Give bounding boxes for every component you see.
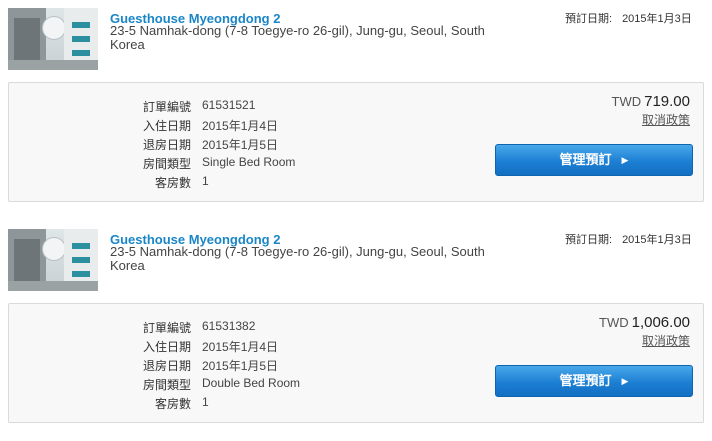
detail-value: 1 (202, 395, 209, 409)
hotel-address: 23-5 Namhak-dong (7-8 Toegye-ro 26-gil),… (110, 244, 485, 273)
detail-label: 入住日期 (142, 340, 191, 354)
booked-date: 預訂日期: 2015年1月3日 (565, 231, 692, 247)
booking-price: TWD 719.00 (612, 93, 691, 110)
detail-label: 訂單編號 (142, 100, 191, 114)
detail-label: 退房日期 (142, 359, 191, 373)
detail-label: 客房數 (154, 397, 191, 411)
detail-label: 房間類型 (142, 378, 191, 392)
detail-value: 1 (202, 174, 209, 188)
detail-value: 2015年1月4日 (202, 340, 279, 354)
booked-date-label: 預訂日期: (565, 234, 613, 246)
detail-value: Double Bed Room (202, 376, 301, 390)
detail-value: 2015年1月4日 (202, 119, 279, 133)
booking-price: TWD 1,006.00 (599, 314, 690, 331)
detail-value: 61531521 (202, 98, 256, 112)
detail-value: 2015年1月5日 (202, 138, 279, 152)
manage-booking-button[interactable]: 管理預訂 ▶ (495, 365, 693, 397)
chevron-right-icon: ▶ (621, 155, 629, 165)
manage-booking-label: 管理預訂 (559, 373, 612, 388)
booking-details-panel: 訂單編號 61531521 入住日期 2015年1月4日 退房日期 2015年1… (8, 82, 704, 202)
cancel-policy-link[interactable]: 取消政策 (642, 332, 690, 349)
detail-label: 客房數 (154, 176, 191, 190)
price-currency: TWD (599, 315, 629, 330)
detail-value: Single Bed Room (202, 155, 296, 169)
price-amount: 1,006.00 (631, 314, 690, 331)
manage-booking-button[interactable]: 管理預訂 ▶ (495, 144, 693, 176)
cancel-policy-link[interactable]: 取消政策 (642, 111, 690, 128)
booked-date-value: 2015年1月3日 (622, 13, 692, 25)
price-currency: TWD (611, 94, 642, 109)
price-amount: 719.00 (644, 93, 690, 110)
booking-card: Guesthouse Myeongdong 2 23-5 Namhak-dong… (0, 0, 712, 220)
detail-label: 房間類型 (142, 157, 191, 171)
hotel-thumbnail[interactable] (8, 229, 98, 291)
detail-label: 訂單編號 (142, 321, 191, 335)
booked-date-label: 預訂日期: (565, 13, 613, 25)
hotel-address: 23-5 Namhak-dong (7-8 Toegye-ro 26-gil),… (110, 23, 485, 52)
detail-label: 入住日期 (142, 119, 191, 133)
manage-booking-label: 管理預訂 (559, 152, 612, 167)
detail-value: 2015年1月5日 (202, 359, 279, 373)
booked-date: 預訂日期: 2015年1月3日 (565, 10, 692, 26)
booking-details-panel: 訂單編號 61531382 入住日期 2015年1月4日 退房日期 2015年1… (8, 303, 704, 423)
detail-value: 61531382 (202, 319, 256, 333)
chevron-right-icon: ▶ (621, 376, 629, 386)
detail-label: 退房日期 (142, 138, 191, 152)
hotel-thumbnail[interactable] (8, 8, 98, 70)
booked-date-value: 2015年1月3日 (622, 234, 692, 246)
booking-card: Guesthouse Myeongdong 2 23-5 Namhak-dong… (0, 221, 712, 441)
